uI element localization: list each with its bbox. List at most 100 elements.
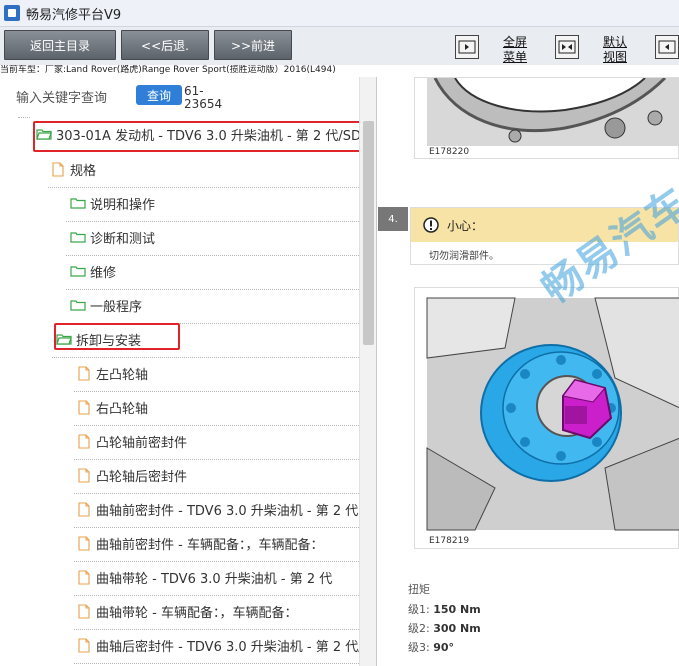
torque-stage-3-value: 90° — [433, 641, 455, 654]
tree-item[interactable]: 凸轮轴后密封件 — [78, 463, 187, 487]
tree-item[interactable]: 曲轴带轮 - 车辆配备：，车辆配备： — [78, 599, 297, 623]
figure-1: E178220 — [414, 77, 679, 159]
tree-row-separator — [74, 459, 359, 460]
split-view-icon — [558, 40, 576, 54]
torque-stage-2: 级2: 300 Nm — [408, 620, 481, 636]
scrollbar-thumb[interactable] — [363, 121, 374, 345]
title-bar: 畅易汽修平台V9 — [0, 0, 679, 27]
tree-item-label: 左凸轮轴 — [96, 367, 149, 383]
tree-item[interactable]: 曲轴后密封件 - TDV6 3.0 升柴油机 - 第 2 代/ — [78, 633, 363, 657]
tree-item-label: 曲轴带轮 - 车辆配备：，车辆配备： — [96, 605, 298, 621]
tree-item[interactable]: 曲轴带轮 - TDV6 3.0 升柴油机 - 第 2 代 — [78, 565, 332, 589]
torque-stage-2-label: 级2: — [408, 622, 434, 635]
tree-item[interactable]: 规格 — [52, 157, 96, 181]
search-label: 输入关键字查询 — [16, 91, 108, 106]
warning-icon — [423, 217, 439, 233]
tree-item[interactable]: 右凸轮轴 — [78, 395, 148, 419]
tree-item[interactable]: 维修 — [70, 259, 116, 283]
toolbar: 返回主目录 <<后退. >>前进 全屏 菜单 默认 视图 — [0, 27, 679, 65]
tree-item-label: 规格 — [70, 163, 97, 179]
torque-stage-1: 级1: 150 Nm — [408, 601, 481, 617]
back-button[interactable]: <<后退. — [121, 30, 209, 60]
selected-item-highlight-box — [54, 323, 180, 350]
tree-item[interactable]: 一般程序 — [70, 293, 142, 317]
tree-row-separator — [74, 561, 359, 562]
torque-title: 扭矩 — [408, 583, 430, 596]
figure-2: E178219 — [414, 287, 679, 549]
tree-item-label: 曲轴后密封件 - TDV6 3.0 升柴油机 - 第 2 代/ — [96, 639, 363, 655]
search-button[interactable]: 查询 — [136, 85, 182, 105]
tree-item[interactable]: 曲轴前密封件 - 车辆配备：，车辆配备： — [78, 531, 323, 555]
caution-title: 小心： — [447, 218, 484, 233]
tree-item[interactable]: 诊断和测试 — [70, 225, 155, 249]
tree-row-separator — [74, 527, 359, 528]
tree-item-label: 右凸轮轴 — [96, 401, 149, 417]
collapse-right-button[interactable] — [655, 35, 679, 59]
tree-row-separator — [48, 187, 359, 188]
tree-row-separator — [52, 357, 359, 358]
tree-row-separator — [74, 391, 359, 392]
tree-item-label: 说明和操作 — [90, 197, 156, 213]
folder-icon — [70, 232, 86, 243]
document-icon — [78, 365, 90, 381]
tree-item-label: 一般程序 — [90, 299, 143, 315]
tree-row-separator — [74, 629, 359, 630]
figure-2-label: E178219 — [429, 536, 470, 546]
document-icon — [52, 161, 64, 177]
torque-stage-3: 级3: 90° — [408, 639, 454, 655]
tree-scrollbar[interactable] — [359, 77, 376, 666]
navigation-panel: 输入关键字查询 查询 61-23654 303-01A 发动机 - TDV6 3… — [0, 77, 377, 666]
tree-item-label: 曲轴前密封件 - 车辆配备：，车辆配备： — [96, 537, 324, 553]
collapse-left-icon — [458, 40, 476, 54]
document-icon — [78, 501, 90, 517]
forward-button[interactable]: >>前进 — [214, 30, 292, 60]
fullscreen-menu-link[interactable]: 全屏 菜单 — [500, 35, 530, 65]
tree-row-separator — [66, 255, 359, 256]
app-icon — [4, 5, 20, 21]
window-title: 畅易汽修平台V9 — [26, 7, 122, 23]
collapse-right-icon — [658, 40, 676, 54]
folder-icon — [70, 198, 86, 209]
fullscreen-label-line2: 菜单 — [502, 50, 527, 64]
torque-stage-1-label: 级1: — [408, 603, 434, 616]
tree-row-separator — [74, 595, 359, 596]
document-icon — [78, 603, 90, 619]
tree-row-separator — [74, 425, 359, 426]
default-view-link[interactable]: 默认 视图 — [600, 35, 630, 65]
default-view-label-line2: 视图 — [602, 50, 627, 64]
crankshaft-pulley-figure-image — [426, 297, 679, 531]
folder-icon — [70, 266, 86, 277]
folder-icon — [70, 300, 86, 311]
tree-item[interactable]: 说明和操作 — [70, 191, 155, 215]
torque-stage-2-value: 300 Nm — [433, 622, 481, 635]
tree-connector — [18, 117, 30, 118]
document-icon — [78, 535, 90, 551]
tree-item-label: 维修 — [90, 265, 117, 281]
torque-stage-1-value: 150 Nm — [433, 603, 481, 616]
tree-item-label: 曲轴前密封件 - TDV6 3.0 升柴油机 - 第 2 代 — [96, 503, 359, 519]
document-icon — [78, 399, 90, 415]
tree-row-separator — [66, 221, 359, 222]
torque-stage-3-label: 级3: — [408, 641, 434, 654]
tree-item-label: 诊断和测试 — [90, 231, 156, 247]
tree-item-label: 凸轮轴前密封件 — [96, 435, 188, 451]
tree-item[interactable]: 左凸轮轴 — [78, 361, 148, 385]
document-code: 61-23654 — [184, 84, 223, 111]
tree-row-separator — [74, 663, 359, 664]
figure-1-label: E178220 — [429, 147, 470, 157]
current-vehicle-info: 当前车型：厂家:Land Rover(路虎)Range Rover Sport(… — [0, 65, 679, 76]
document-icon — [78, 569, 90, 585]
default-view-label-line1: 默认 — [602, 35, 627, 49]
collapse-left-button[interactable] — [455, 35, 479, 59]
document-icon — [78, 637, 90, 653]
step-number: 4. — [378, 207, 408, 231]
back-to-menu-button[interactable]: 返回主目录 — [4, 30, 116, 60]
tree-item[interactable]: 凸轮轴前密封件 — [78, 429, 187, 453]
split-view-button[interactable] — [555, 35, 579, 59]
tree-item[interactable]: 曲轴前密封件 - TDV6 3.0 升柴油机 - 第 2 代 — [78, 497, 358, 521]
tree-item-label: 曲轴带轮 - TDV6 3.0 升柴油机 - 第 2 代 — [96, 571, 333, 587]
fullscreen-label-line1: 全屏 — [502, 35, 527, 49]
document-icon — [78, 433, 90, 449]
document-panel: E178220 4. 小心： 切勿润滑部件。 E178219 扭矩 级1: 15… — [378, 77, 679, 666]
tree-row-separator — [74, 493, 359, 494]
